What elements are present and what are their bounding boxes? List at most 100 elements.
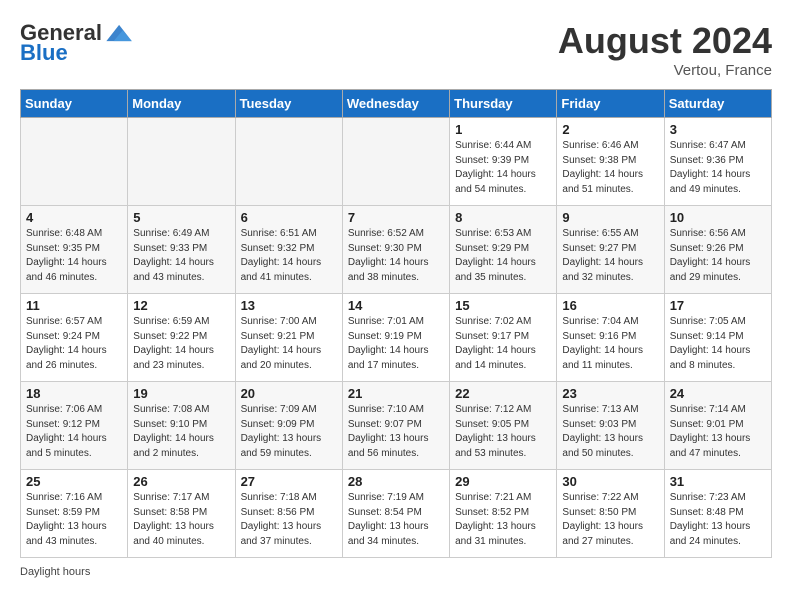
calendar-cell: 6 Sunrise: 6:51 AMSunset: 9:32 PMDaylight… [235,206,342,294]
calendar-cell: 30 Sunrise: 7:22 AMSunset: 8:50 PMDayligh… [557,470,664,558]
day-number: 20 [241,386,337,401]
calendar-cell: 15Sunrise: 7:02 AMSunset: 9:17 PMDayligh… [450,294,557,382]
calendar-cell: 5 Sunrise: 6:49 AMSunset: 9:33 PMDaylight… [128,206,235,294]
day-number: 19 [133,386,229,401]
calendar-cell: 9 Sunrise: 6:55 AMSunset: 9:27 PMDaylight… [557,206,664,294]
day-number: 15 [455,298,551,313]
calendar-cell: 7 Sunrise: 6:52 AMSunset: 9:30 PMDaylight… [342,206,449,294]
calendar-cell: 3 Sunrise: 6:47 AMSunset: 9:36 PMDaylight… [664,118,771,206]
day-header-monday: Monday [128,90,235,118]
day-info: Sunrise: 7:12 AMSunset: 9:05 PMDaylight:… [455,403,551,461]
logo: General Blue [20,20,134,66]
calendar-cell: 28Sunrise: 7:19 AMSunset: 8:54 PMDayligh… [342,470,449,558]
day-number: 9 [562,210,658,225]
footer: Daylight hours [20,566,772,578]
calendar-cell: 22 Sunrise: 7:12 AMSunset: 9:05 PMDayligh… [450,382,557,470]
day-info: Sunrise: 7:13 AMSunset: 9:03 PMDaylight:… [562,403,658,461]
day-number: 10 [670,210,766,225]
day-info: Sunrise: 6:47 AMSunset: 9:36 PMDaylight:… [670,139,766,197]
day-number: 28 [348,474,444,489]
calendar-cell [235,118,342,206]
calendar-cell: 17Sunrise: 7:05 AMSunset: 9:14 PMDayligh… [664,294,771,382]
day-number: 21 [348,386,444,401]
calendar-cell: 27Sunrise: 7:18 AMSunset: 8:56 PMDayligh… [235,470,342,558]
day-info: Sunrise: 7:22 AMSunset: 8:50 PMDaylight:… [562,491,658,549]
calendar-cell: 29 Sunrise: 7:21 AMSunset: 8:52 PMDayligh… [450,470,557,558]
day-number: 7 [348,210,444,225]
day-info: Sunrise: 7:21 AMSunset: 8:52 PMDaylight:… [455,491,551,549]
day-number: 23 [562,386,658,401]
calendar-header-row: SundayMondayTuesdayWednesdayThursdayFrid… [21,90,772,118]
calendar-cell [21,118,128,206]
day-info: Sunrise: 6:59 AMSunset: 9:22 PMDaylight:… [133,315,229,373]
calendar-cell: 10 Sunrise: 6:56 AMSunset: 9:26 PMDayligh… [664,206,771,294]
day-header-wednesday: Wednesday [342,90,449,118]
day-number: 4 [26,210,122,225]
day-info: Sunrise: 6:56 AMSunset: 9:26 PMDaylight:… [670,227,766,285]
day-info: Sunrise: 7:05 AMSunset: 9:14 PMDaylight:… [670,315,766,373]
day-info: Sunrise: 6:49 AMSunset: 9:33 PMDaylight:… [133,227,229,285]
day-number: 3 [670,122,766,137]
day-number: 12 [133,298,229,313]
day-number: 24 [670,386,766,401]
calendar-cell: 26 Sunrise: 7:17 AMSunset: 8:58 PMDayligh… [128,470,235,558]
day-header-tuesday: Tuesday [235,90,342,118]
day-number: 29 [455,474,551,489]
calendar-cell: 16 Sunrise: 7:04 AMSunset: 9:16 PMDayligh… [557,294,664,382]
day-number: 14 [348,298,444,313]
calendar-cell: 23 Sunrise: 7:13 AMSunset: 9:03 PMDayligh… [557,382,664,470]
day-number: 22 [455,386,551,401]
week-row-4: 18 Sunrise: 7:06 AMSunset: 9:12 PMDayligh… [21,382,772,470]
week-row-1: 1Sunrise: 6:44 AMSunset: 9:39 PMDaylight… [21,118,772,206]
day-info: Sunrise: 7:09 AMSunset: 9:09 PMDaylight:… [241,403,337,461]
calendar-cell: 31 Sunrise: 7:23 AMSunset: 8:48 PMDayligh… [664,470,771,558]
logo-icon [106,23,134,43]
day-number: 1 [455,122,551,137]
day-header-saturday: Saturday [664,90,771,118]
day-info: Sunrise: 7:08 AMSunset: 9:10 PMDaylight:… [133,403,229,461]
day-info: Sunrise: 7:23 AMSunset: 8:48 PMDaylight:… [670,491,766,549]
day-info: Sunrise: 7:14 AMSunset: 9:01 PMDaylight:… [670,403,766,461]
calendar-cell: 1Sunrise: 6:44 AMSunset: 9:39 PMDaylight… [450,118,557,206]
day-info: Sunrise: 7:06 AMSunset: 9:12 PMDaylight:… [26,403,122,461]
calendar-cell: 12 Sunrise: 6:59 AMSunset: 9:22 PMDayligh… [128,294,235,382]
day-info: Sunrise: 6:55 AMSunset: 9:27 PMDaylight:… [562,227,658,285]
location: Vertou, France [558,62,772,79]
calendar-cell: 18 Sunrise: 7:06 AMSunset: 9:12 PMDayligh… [21,382,128,470]
calendar-cell: 19 Sunrise: 7:08 AMSunset: 9:10 PMDayligh… [128,382,235,470]
calendar-cell: 8 Sunrise: 6:53 AMSunset: 9:29 PMDaylight… [450,206,557,294]
day-header-friday: Friday [557,90,664,118]
day-number: 13 [241,298,337,313]
calendar-cell [128,118,235,206]
day-info: Sunrise: 6:48 AMSunset: 9:35 PMDaylight:… [26,227,122,285]
calendar-table: SundayMondayTuesdayWednesdayThursdayFrid… [20,89,772,558]
day-number: 26 [133,474,229,489]
day-header-sunday: Sunday [21,90,128,118]
day-number: 16 [562,298,658,313]
day-info: Sunrise: 7:17 AMSunset: 8:58 PMDaylight:… [133,491,229,549]
day-info: Sunrise: 7:04 AMSunset: 9:16 PMDaylight:… [562,315,658,373]
calendar-cell: 14Sunrise: 7:01 AMSunset: 9:19 PMDayligh… [342,294,449,382]
daylight-label: Daylight hours [20,566,90,578]
day-number: 5 [133,210,229,225]
page-header: General Blue August 2024 Vertou, France [20,20,772,79]
day-info: Sunrise: 7:10 AMSunset: 9:07 PMDaylight:… [348,403,444,461]
day-number: 8 [455,210,551,225]
day-number: 30 [562,474,658,489]
day-info: Sunrise: 7:18 AMSunset: 8:56 PMDaylight:… [241,491,337,549]
title-block: August 2024 Vertou, France [558,20,772,79]
day-info: Sunrise: 6:51 AMSunset: 9:32 PMDaylight:… [241,227,337,285]
day-number: 25 [26,474,122,489]
day-number: 31 [670,474,766,489]
logo-blue-text: Blue [20,40,68,66]
day-info: Sunrise: 6:52 AMSunset: 9:30 PMDaylight:… [348,227,444,285]
day-info: Sunrise: 6:53 AMSunset: 9:29 PMDaylight:… [455,227,551,285]
calendar-cell [342,118,449,206]
day-info: Sunrise: 6:46 AMSunset: 9:38 PMDaylight:… [562,139,658,197]
day-number: 18 [26,386,122,401]
day-number: 6 [241,210,337,225]
calendar-cell: 2Sunrise: 6:46 AMSunset: 9:38 PMDaylight… [557,118,664,206]
calendar-cell: 4 Sunrise: 6:48 AMSunset: 9:35 PMDaylight… [21,206,128,294]
week-row-3: 11Sunrise: 6:57 AMSunset: 9:24 PMDayligh… [21,294,772,382]
calendar-cell: 13Sunrise: 7:00 AMSunset: 9:21 PMDayligh… [235,294,342,382]
